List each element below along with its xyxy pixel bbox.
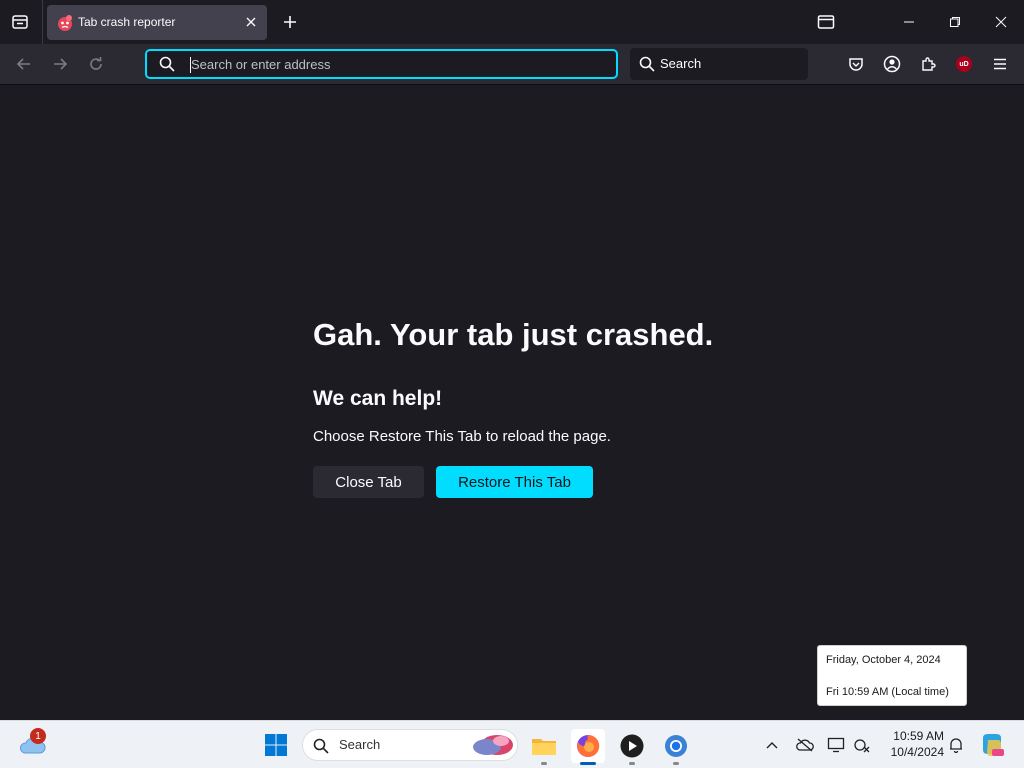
copilot-icon <box>983 734 1004 756</box>
media-player-app[interactable] <box>615 729 649 765</box>
running-indicator <box>541 762 547 765</box>
search-icon <box>159 56 175 72</box>
tooltip-date: Friday, October 4, 2024 <box>826 654 941 666</box>
close-icon <box>995 16 1007 28</box>
clock-date: 10/4/2024 <box>890 745 944 759</box>
crash-subheading: We can help! <box>313 387 443 410</box>
restore-window-icon <box>950 17 960 27</box>
forward-button[interactable] <box>48 52 72 76</box>
notification-badge: 1 <box>30 728 46 744</box>
chrome-app[interactable] <box>659 729 693 765</box>
search-highlight-icon <box>473 735 513 755</box>
play-icon <box>620 734 644 758</box>
tab-title: Tab crash reporter <box>78 15 176 29</box>
bell-icon <box>950 738 962 753</box>
chrome-icon <box>665 735 687 757</box>
minimize-button[interactable] <box>886 0 932 44</box>
search-icon <box>313 738 329 754</box>
running-indicator <box>629 762 635 765</box>
network-offline-icon <box>854 739 870 753</box>
folder-icon <box>532 739 556 755</box>
hamburger-menu-icon <box>994 58 1006 70</box>
notifications-button[interactable] <box>944 733 968 757</box>
plus-icon <box>284 16 296 28</box>
windows-logo-icon <box>265 734 287 756</box>
onedrive-tray[interactable] <box>793 733 817 757</box>
search-icon <box>639 56 655 72</box>
minimize-icon <box>904 21 914 23</box>
monitor-icon <box>827 737 845 753</box>
cloud-offline-icon <box>796 738 814 752</box>
restore-tab-button[interactable]: Restore This Tab <box>436 466 593 498</box>
search-bar[interactable]: Search <box>630 48 808 80</box>
puzzle-icon <box>922 57 936 71</box>
account-button[interactable] <box>880 52 904 76</box>
crash-content: Gah. Your tab just crashed. We can help!… <box>313 312 733 498</box>
firefox-icon <box>577 734 600 757</box>
navigation-toolbar: Search uD <box>0 44 1024 85</box>
ublock-origin-button[interactable]: uD <box>952 52 976 76</box>
clock-time: 10:59 AM <box>893 729 944 743</box>
tab-crash-reporter[interactable]: Tab crash reporter <box>47 5 267 40</box>
search-bar-label: Search <box>660 56 702 71</box>
close-window-button[interactable] <box>978 0 1024 44</box>
firefox-view-button[interactable] <box>803 0 849 44</box>
copilot-button[interactable] <box>979 732 1005 758</box>
network-tray[interactable] <box>850 733 874 757</box>
close-tab-button[interactable]: Close Tab <box>313 466 424 498</box>
crash-actions: Close Tab Restore This Tab <box>313 466 733 498</box>
folder-window-icon <box>817 15 835 29</box>
extensions-button[interactable] <box>916 52 940 76</box>
reload-button[interactable] <box>84 52 108 76</box>
taskbar-search[interactable]: Search <box>302 729 518 761</box>
taskbar-clock[interactable]: 10:59 AM 10/4/2024 <box>882 728 944 760</box>
pocket-icon <box>849 58 863 71</box>
list-all-tabs-button[interactable] <box>8 10 32 34</box>
close-icon <box>246 17 256 27</box>
arrow-left-icon <box>16 58 30 70</box>
tooltip-time: Fri 10:59 AM (Local time) <box>826 686 949 698</box>
tab-strip: Tab crash reporter <box>0 0 1024 44</box>
address-bar[interactable] <box>145 49 618 79</box>
running-indicator <box>580 762 596 765</box>
reload-icon <box>90 57 102 70</box>
restore-window-button[interactable] <box>932 0 978 44</box>
clock-tooltip: Friday, October 4, 2024 Fri 10:59 AM (Lo… <box>817 645 967 706</box>
pocket-button[interactable] <box>844 52 868 76</box>
ublock-shield-icon: uD <box>956 56 972 72</box>
tab-strip-separator <box>42 0 43 44</box>
arrow-right-icon <box>54 58 68 70</box>
start-button[interactable] <box>264 733 288 757</box>
show-hidden-icons-button[interactable] <box>760 733 784 757</box>
running-indicator <box>673 762 679 765</box>
crash-heading: Gah. Your tab just crashed. <box>313 317 714 352</box>
file-explorer-app[interactable] <box>527 729 561 765</box>
address-input[interactable] <box>191 54 601 74</box>
display-tray[interactable] <box>824 733 848 757</box>
account-icon <box>883 55 901 73</box>
taskbar-search-label: Search <box>339 737 381 752</box>
crash-message: Choose Restore This Tab to reload the pa… <box>313 428 611 445</box>
tab-list-icon <box>12 15 28 29</box>
firefox-app[interactable] <box>571 729 605 765</box>
crash-favicon-icon <box>58 15 72 31</box>
app-menu-button[interactable] <box>988 52 1012 76</box>
tab-close-button[interactable] <box>243 14 259 30</box>
chevron-up-icon <box>766 742 778 749</box>
new-tab-button[interactable] <box>279 11 301 33</box>
back-button[interactable] <box>12 52 36 76</box>
taskbar: 1 Search 10:59 AM 10/4/2024 <box>0 720 1024 768</box>
